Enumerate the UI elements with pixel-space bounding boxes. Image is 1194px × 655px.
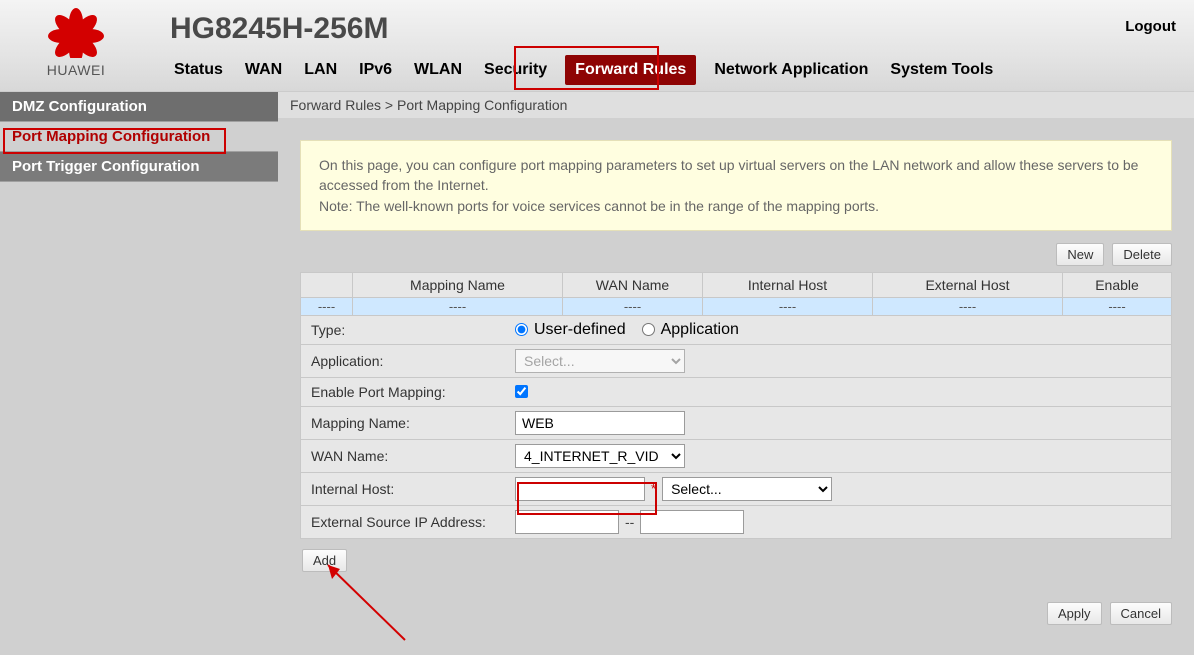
tab-status[interactable]: Status [170, 55, 227, 85]
tab-ipv6[interactable]: IPv6 [355, 55, 396, 85]
table-empty-row: ---- ---- ---- ---- ---- ---- [301, 297, 1172, 315]
sidebar-item-dmz[interactable]: DMZ Configuration [0, 92, 278, 122]
type-app-radio[interactable] [642, 323, 655, 336]
empty-cell: ---- [301, 297, 353, 315]
th-enable: Enable [1063, 272, 1172, 297]
sidebar-item-portmap[interactable]: Port Mapping Configuration [0, 122, 278, 152]
logout-link[interactable]: Logout [1125, 18, 1176, 35]
empty-cell: ---- [1063, 297, 1172, 315]
header-bar: HUAWEI HG8245H-256M Logout Status WAN LA… [0, 0, 1194, 92]
type-userdef-text: User-defined [534, 321, 626, 339]
host-label: Internal Host: [301, 475, 509, 503]
brand-logo: HUAWEI [16, 6, 136, 78]
wan-select[interactable]: 4_INTERNET_R_VID [515, 444, 685, 468]
toolbar: New Delete [278, 243, 1172, 266]
ext-label: External Source IP Address: [301, 508, 509, 536]
name-label: Mapping Name: [301, 409, 509, 437]
app-label: Application: [301, 347, 509, 375]
ext-ip-to-input[interactable] [640, 510, 744, 534]
enable-label: Enable Port Mapping: [301, 378, 509, 406]
th-checkbox [301, 272, 353, 297]
type-label: Type: [301, 316, 509, 344]
tab-forward-rules[interactable]: Forward Rules [565, 55, 696, 85]
tab-wlan[interactable]: WLAN [410, 55, 466, 85]
internal-host-input[interactable] [515, 477, 645, 501]
wan-label: WAN Name: [301, 442, 509, 470]
sidebar-item-porttrigger[interactable]: Port Trigger Configuration [0, 152, 278, 182]
th-external: External Host [873, 272, 1063, 297]
content-pane: Forward Rules > Port Mapping Configurati… [278, 92, 1194, 655]
enable-checkbox[interactable] [515, 385, 528, 398]
table-header-row: Mapping Name WAN Name Internal Host Exte… [301, 272, 1172, 297]
mapping-form: Type: User-defined Application Applicati… [300, 316, 1172, 539]
mapping-name-input[interactable] [515, 411, 685, 435]
cancel-button[interactable]: Cancel [1110, 602, 1172, 625]
tab-wan[interactable]: WAN [241, 55, 286, 85]
empty-cell: ---- [873, 297, 1063, 315]
info-line2: Note: The well-known ports for voice ser… [319, 196, 1153, 216]
main-nav: Status WAN LAN IPv6 WLAN Security Forwar… [170, 55, 997, 85]
empty-cell: ---- [563, 297, 703, 315]
delete-button[interactable]: Delete [1112, 243, 1172, 266]
type-userdef-radio[interactable] [515, 323, 528, 336]
empty-cell: ---- [703, 297, 873, 315]
huawei-flower-icon [36, 6, 116, 58]
sidebar: DMZ Configuration Port Mapping Configura… [0, 92, 278, 655]
type-app-text: Application [661, 321, 739, 339]
app-select[interactable]: Select... [515, 349, 685, 373]
tab-security[interactable]: Security [480, 55, 551, 85]
brand-text: HUAWEI [16, 62, 136, 78]
tab-network-app[interactable]: Network Application [710, 55, 872, 85]
info-box: On this page, you can configure port map… [300, 140, 1172, 231]
mapping-table: Mapping Name WAN Name Internal Host Exte… [300, 272, 1172, 316]
dash: -- [625, 514, 634, 530]
empty-cell: ---- [353, 297, 563, 315]
device-model: HG8245H-256M [170, 12, 388, 46]
th-internal: Internal Host [703, 272, 873, 297]
internal-host-select[interactable]: Select... [662, 477, 832, 501]
tab-system-tools[interactable]: System Tools [886, 55, 997, 85]
required-mark: * [651, 481, 656, 496]
tab-lan[interactable]: LAN [300, 55, 341, 85]
apply-button[interactable]: Apply [1047, 602, 1102, 625]
new-button[interactable]: New [1056, 243, 1104, 266]
th-wan-name: WAN Name [563, 272, 703, 297]
ext-ip-from-input[interactable] [515, 510, 619, 534]
th-mapping-name: Mapping Name [353, 272, 563, 297]
breadcrumb: Forward Rules > Port Mapping Configurati… [278, 92, 1194, 118]
info-line1: On this page, you can configure port map… [319, 155, 1153, 196]
add-button[interactable]: Add [302, 549, 347, 572]
